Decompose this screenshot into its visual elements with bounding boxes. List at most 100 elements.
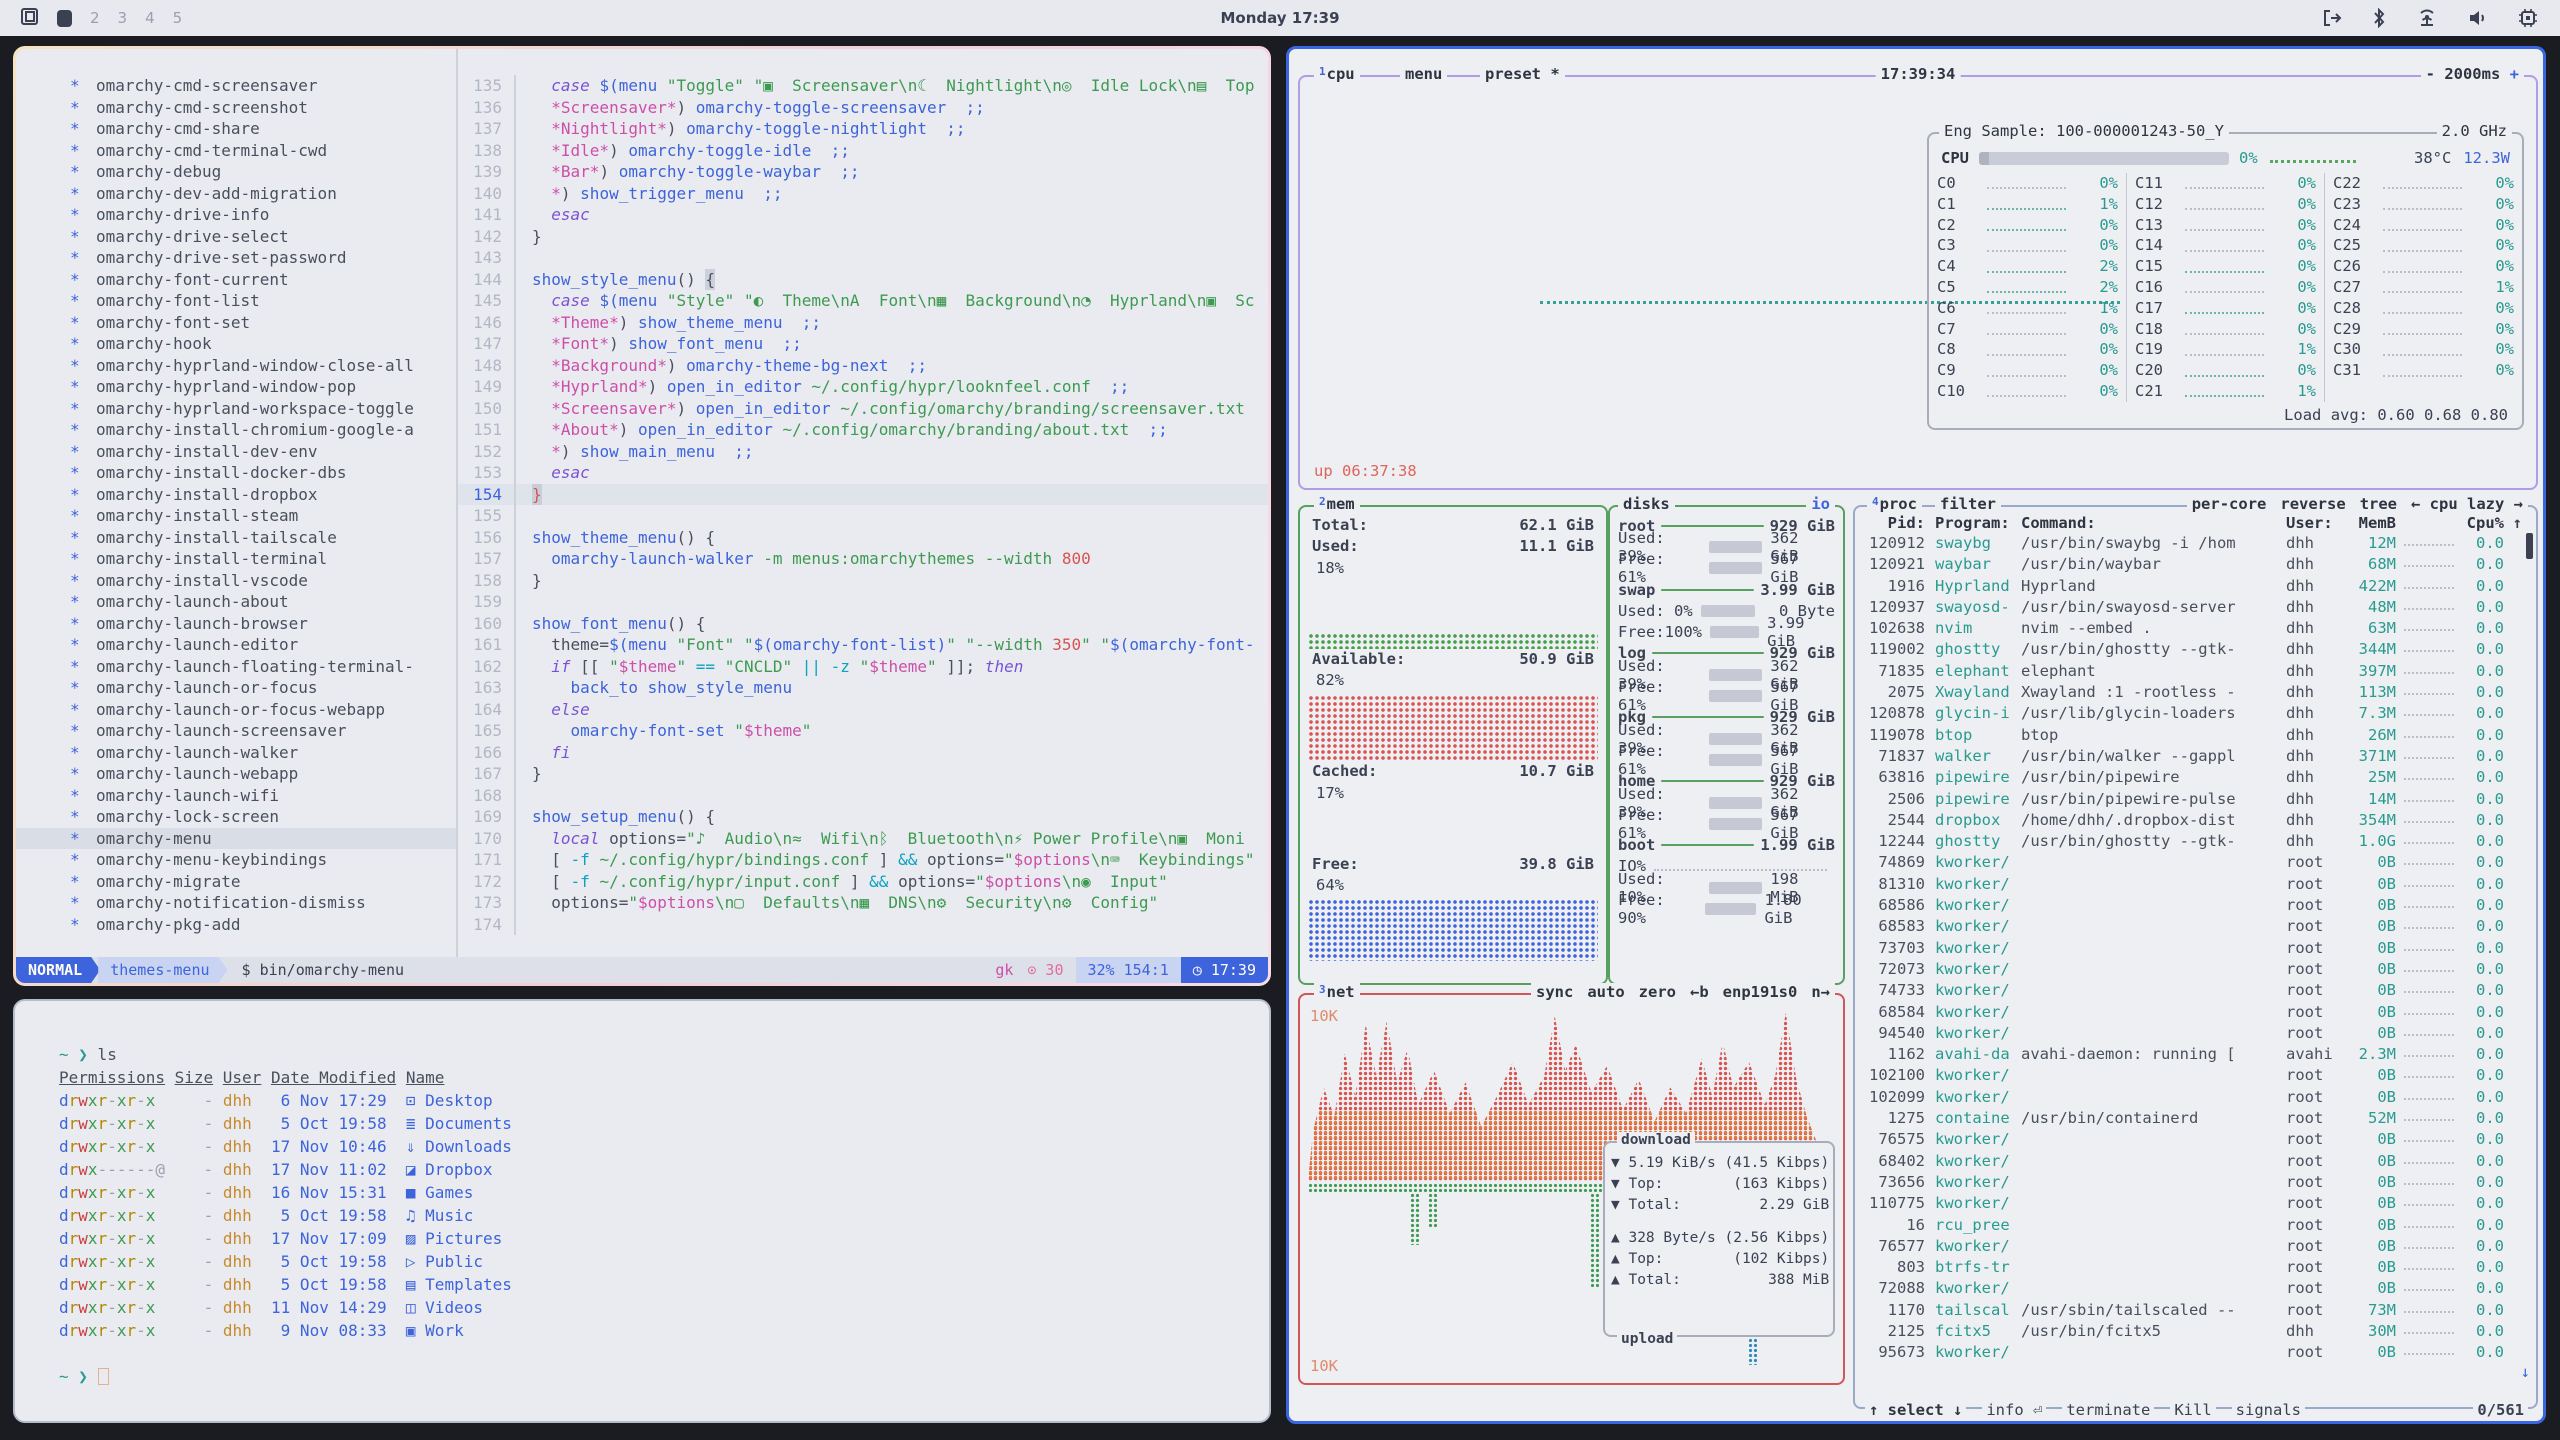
process-row[interactable]: 68402 kworker/ root 0B 0.0 xyxy=(1861,1151,2522,1172)
file-list-item[interactable]: * omarchy-debug xyxy=(16,161,456,183)
process-row[interactable]: 73656 kworker/ root 0B 0.0 xyxy=(1861,1172,2522,1193)
file-list-item[interactable]: * omarchy-install-chromium-google-a xyxy=(16,419,456,441)
file-list-item[interactable]: * omarchy-hyprland-window-close-all xyxy=(16,355,456,377)
process-row[interactable]: 1275 containe /usr/bin/containerd root 5… xyxy=(1861,1108,2522,1129)
proc-scrollbar[interactable] xyxy=(2526,533,2533,559)
sort-selector[interactable]: ← cpu lazy → xyxy=(2411,495,2523,513)
net-sync-button[interactable]: sync xyxy=(1536,983,1573,1001)
terminate-key[interactable]: terminate xyxy=(2062,1401,2154,1419)
select-keys[interactable]: ↑ select ↓ xyxy=(1865,1401,1966,1419)
process-row[interactable]: 95673 kworker/ root 0B 0.0 xyxy=(1861,1342,2522,1363)
file-list-item[interactable]: * omarchy-drive-info xyxy=(16,204,456,226)
workspace-3[interactable]: 3 xyxy=(118,9,128,27)
process-row[interactable]: 1170 tailscal /usr/sbin/tailscaled -- ro… xyxy=(1861,1300,2522,1321)
file-list-item[interactable]: * omarchy-dev-add-migration xyxy=(16,183,456,205)
git-branch[interactable]: themes-menu xyxy=(98,957,227,983)
process-row[interactable]: 12244 ghostty /usr/bin/ghostty --gtk- dh… xyxy=(1861,831,2522,852)
file-list-item[interactable]: * omarchy-install-docker-dbs xyxy=(16,462,456,484)
file-list-item[interactable]: * omarchy-font-set xyxy=(16,312,456,334)
process-row[interactable]: 803 btrfs-tr root 0B 0.0 xyxy=(1861,1257,2522,1278)
process-row[interactable]: 102638 nvim nvim --embed . dhh 63M 0.0 xyxy=(1861,618,2522,639)
file-list-item[interactable]: * omarchy-install-steam xyxy=(16,505,456,527)
btop-window[interactable]: 1cpu menu preset * 17:39:34 - 2000ms + u… xyxy=(1286,46,2546,1424)
file-list-item[interactable]: * omarchy-launch-or-focus-webapp xyxy=(16,699,456,721)
signals-key[interactable]: signals xyxy=(2232,1401,2305,1419)
file-list-item[interactable]: * omarchy-font-list xyxy=(16,290,456,312)
logout-icon[interactable] xyxy=(2322,9,2342,27)
process-row[interactable]: 76575 kworker/ root 0B 0.0 xyxy=(1861,1129,2522,1150)
proc-panel-title[interactable]: 4proc xyxy=(1867,495,1922,513)
process-row[interactable]: 94540 kworker/ root 0B 0.0 xyxy=(1861,1023,2522,1044)
process-row[interactable]: 119002 ghostty /usr/bin/ghostty --gtk- d… xyxy=(1861,639,2522,660)
file-list-item[interactable]: * omarchy-launch-screensaver xyxy=(16,720,456,742)
menu-button[interactable]: menu xyxy=(1400,65,1447,83)
scroll-down-arrow[interactable]: ↓ xyxy=(2521,1363,2530,1381)
process-row[interactable]: 102100 kworker/ root 0B 0.0 xyxy=(1861,1065,2522,1086)
process-row[interactable]: 68583 kworker/ root 0B 0.0 xyxy=(1861,916,2522,937)
process-row[interactable]: 120937 swayosd- /usr/bin/swayosd-server … xyxy=(1861,597,2522,618)
tree-toggle[interactable]: tree xyxy=(2360,495,2397,513)
file-list-item[interactable]: * omarchy-hyprland-window-pop xyxy=(16,376,456,398)
file-list-item[interactable]: * omarchy-launch-floating-terminal- xyxy=(16,656,456,678)
file-list-item[interactable]: * omarchy-install-dev-env xyxy=(16,441,456,463)
file-list-item[interactable]: * omarchy-install-tailscale xyxy=(16,527,456,549)
process-row[interactable]: 2544 dropbox /home/dhh/.dropbox-dist dhh… xyxy=(1861,810,2522,831)
file-list-item[interactable]: * omarchy-launch-or-focus xyxy=(16,677,456,699)
process-row[interactable]: 120921 waybar /usr/bin/waybar dhh 68M 0.… xyxy=(1861,554,2522,575)
file-list-item[interactable]: * omarchy-launch-editor xyxy=(16,634,456,656)
net-panel-title[interactable]: 3net xyxy=(1314,983,1360,1001)
per-core-toggle[interactable]: per-core xyxy=(2192,495,2267,513)
process-row[interactable]: 110775 kworker/ root 0B 0.0 xyxy=(1861,1193,2522,1214)
process-row[interactable]: 73703 kworker/ root 0B 0.0 xyxy=(1861,938,2522,959)
file-list-item[interactable]: * omarchy-install-vscode xyxy=(16,570,456,592)
preset-button[interactable]: preset * xyxy=(1480,65,1565,83)
terminal-window[interactable]: ~ ❯ lsPermissions Size User Date Modifie… xyxy=(13,999,1271,1423)
workspace-2[interactable]: 2 xyxy=(90,9,100,27)
process-row[interactable]: 74733 kworker/ root 0B 0.0 xyxy=(1861,980,2522,1001)
file-list-item[interactable]: * omarchy-menu-keybindings xyxy=(16,849,456,871)
info-key[interactable]: info ⏎ xyxy=(1982,1401,2046,1419)
proc-filter-button[interactable]: filter xyxy=(1935,495,2001,513)
file-list-item[interactable]: * omarchy-notification-dismiss xyxy=(16,892,456,914)
cpu-panel-title[interactable]: 1cpu xyxy=(1314,65,1360,83)
process-row[interactable]: 102099 kworker/ root 0B 0.0 xyxy=(1861,1087,2522,1108)
refresh-interval[interactable]: - 2000ms + xyxy=(2421,65,2524,83)
file-list-item[interactable]: * omarchy-hyprland-workspace-toggle xyxy=(16,398,456,420)
workspace-1-active[interactable] xyxy=(57,10,72,27)
process-row[interactable]: 63816 pipewire /usr/bin/pipewire dhh 25M… xyxy=(1861,767,2522,788)
process-row[interactable]: 1162 avahi-da avahi-daemon: running [ av… xyxy=(1861,1044,2522,1065)
file-list-item[interactable]: * omarchy-cmd-screensaver xyxy=(16,75,456,97)
reverse-toggle[interactable]: reverse xyxy=(2280,495,2345,513)
process-row[interactable]: 68584 kworker/ root 0B 0.0 xyxy=(1861,1002,2522,1023)
file-list-item[interactable]: * omarchy-launch-about xyxy=(16,591,456,613)
volume-icon[interactable] xyxy=(2468,9,2488,27)
workspace-switcher[interactable]: 2 3 4 5 xyxy=(20,7,182,30)
process-row[interactable]: 120912 swaybg /usr/bin/swaybg -i /hom dh… xyxy=(1861,533,2522,554)
process-row[interactable]: 71835 elephant elephant dhh 397M 0.0 xyxy=(1861,661,2522,682)
net-prev-iface[interactable]: ←b xyxy=(1690,983,1709,1001)
file-list-item[interactable]: * omarchy-cmd-share xyxy=(16,118,456,140)
file-list-item[interactable]: * omarchy-cmd-screenshot xyxy=(16,97,456,119)
process-row[interactable]: 81310 kworker/ root 0B 0.0 xyxy=(1861,874,2522,895)
net-next-iface[interactable]: n→ xyxy=(1811,983,1830,1001)
file-list-item[interactable]: * omarchy-install-dropbox xyxy=(16,484,456,506)
process-row[interactable]: 120878 glycin-i /usr/lib/glycin-loaders … xyxy=(1861,703,2522,724)
process-row[interactable]: 72088 kworker/ root 0B 0.0 xyxy=(1861,1278,2522,1299)
net-auto-button[interactable]: auto xyxy=(1587,983,1624,1001)
file-list-item[interactable]: * omarchy-launch-wifi xyxy=(16,785,456,807)
process-row[interactable]: 119078 btop btop dhh 26M 0.0 xyxy=(1861,725,2522,746)
process-row[interactable]: 72073 kworker/ root 0B 0.0 xyxy=(1861,959,2522,980)
process-row[interactable]: 71837 walker /usr/bin/walker --gappl dhh… xyxy=(1861,746,2522,767)
chip-icon[interactable] xyxy=(2518,8,2538,28)
process-row[interactable]: 76577 kworker/ root 0B 0.0 xyxy=(1861,1236,2522,1257)
file-list-item[interactable]: * omarchy-menu xyxy=(16,828,456,850)
editor-window[interactable]: * omarchy-cmd-screensaver * omarchy-cmd-… xyxy=(13,46,1271,986)
process-row[interactable]: 1916 Hyprland Hyprland dhh 422M 0.0 xyxy=(1861,576,2522,597)
bluetooth-icon[interactable] xyxy=(2372,8,2386,28)
process-row[interactable]: 68586 kworker/ root 0B 0.0 xyxy=(1861,895,2522,916)
file-list-item[interactable]: * omarchy-cmd-terminal-cwd xyxy=(16,140,456,162)
process-row[interactable]: 2075 Xwayland Xwayland :1 -rootless - dh… xyxy=(1861,682,2522,703)
file-list-item[interactable]: * omarchy-font-current xyxy=(16,269,456,291)
disks-title[interactable]: disks xyxy=(1618,495,1675,513)
process-row[interactable]: 2506 pipewire /usr/bin/pipewire-pulse dh… xyxy=(1861,789,2522,810)
